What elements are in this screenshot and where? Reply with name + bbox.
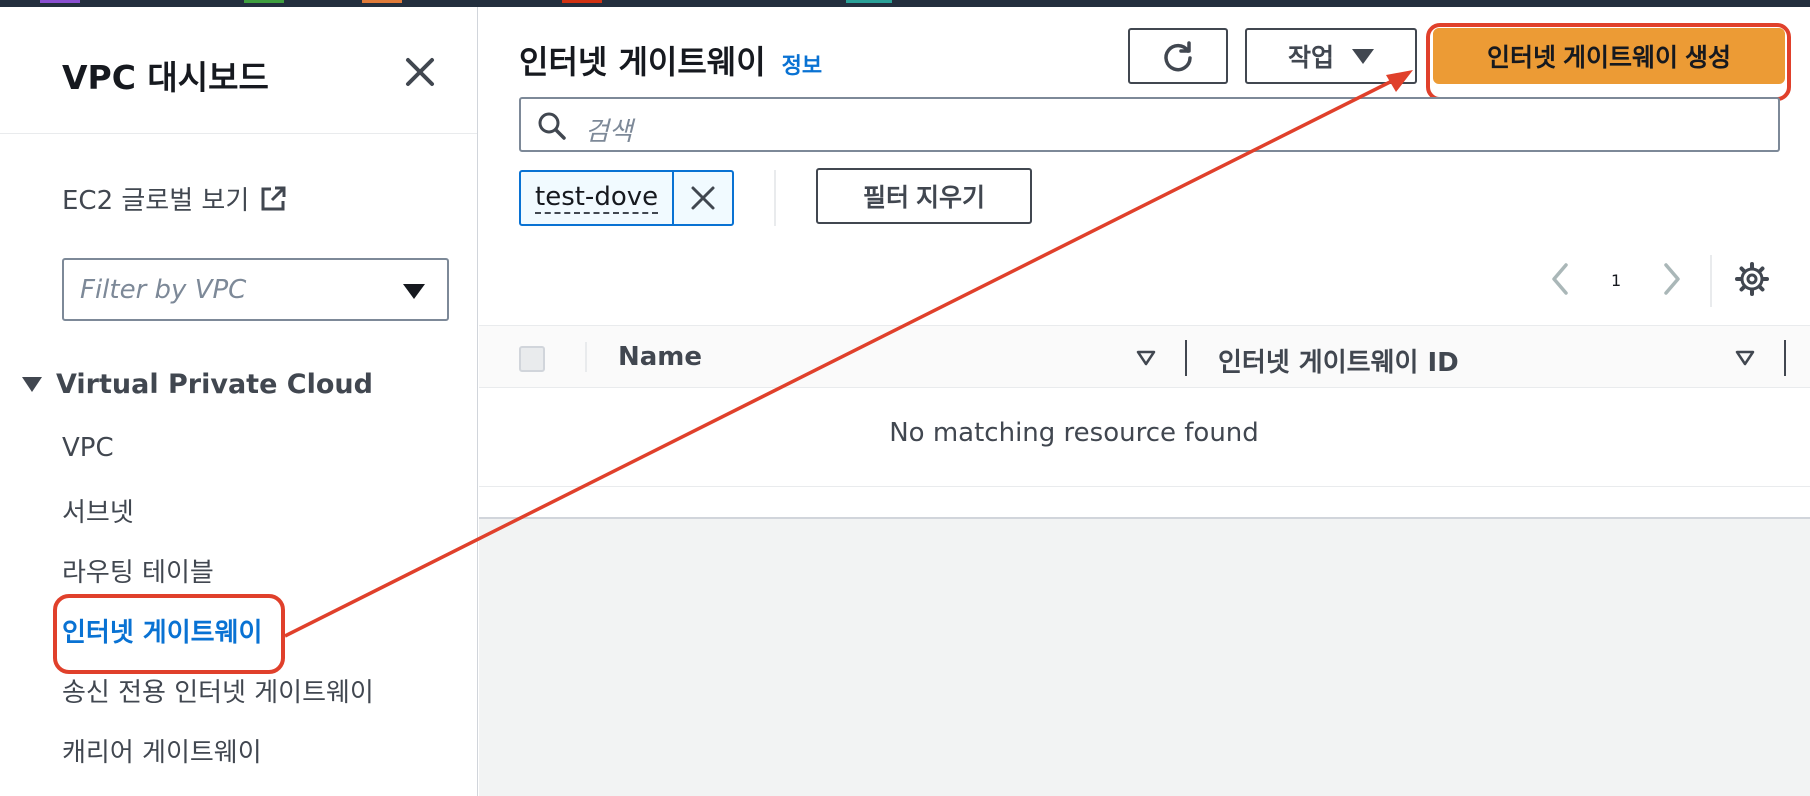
pagination-separator <box>1710 255 1712 307</box>
prev-page-icon[interactable] <box>1547 259 1573 299</box>
info-link[interactable]: 정보 <box>782 48 822 80</box>
top-bar <box>0 0 1810 7</box>
sidebar: VPC 대시보드 EC2 글로벌 보기 Filter by VPC Virtua… <box>0 7 478 796</box>
refresh-button[interactable] <box>1128 28 1228 84</box>
select-all-checkbox[interactable] <box>519 346 545 372</box>
caret-down-icon <box>1352 48 1374 64</box>
sidebar-item-vpc[interactable]: VPC <box>62 433 114 463</box>
remove-filter-button[interactable] <box>674 172 732 224</box>
internet-gateways-panel: 인터넷 게이트웨이 정보 작업 인터넷 게이트웨이 생성 검색 test-dov… <box>479 7 1810 519</box>
clear-filters-button[interactable]: 필터 지우기 <box>816 168 1032 224</box>
filter-separator <box>774 170 776 226</box>
sidebar-item-egress-only-gateways[interactable]: 송신 전용 인터넷 게이트웨이 <box>62 672 374 709</box>
sort-icon[interactable] <box>1735 349 1755 367</box>
external-link-icon <box>261 186 286 210</box>
filter-token[interactable]: test-dove <box>519 170 735 226</box>
search-icon <box>538 112 566 140</box>
close-icon <box>691 186 715 210</box>
ec2-global-view-label: EC2 글로벌 보기 <box>62 186 250 216</box>
vpc-filter-placeholder: Filter by VPC <box>80 275 247 305</box>
sidebar-divider <box>0 133 477 134</box>
table-bottom-border <box>479 486 1810 487</box>
gear-icon[interactable] <box>1735 262 1769 296</box>
column-header-name[interactable]: Name <box>618 342 702 372</box>
main-content: 인터넷 게이트웨이 정보 작업 인터넷 게이트웨이 생성 검색 test-dov… <box>479 7 1810 796</box>
caret-down-icon <box>22 377 42 392</box>
search-placeholder: 검색 <box>585 117 633 147</box>
refresh-icon <box>1164 41 1192 72</box>
section-virtual-private-cloud[interactable]: Virtual Private Cloud <box>22 369 373 400</box>
ec2-global-view-link[interactable]: EC2 글로벌 보기 <box>62 180 287 217</box>
filter-token-label: test-dove <box>521 172 675 224</box>
actions-label: 작업 <box>1287 44 1334 72</box>
page-number[interactable]: 1 <box>1611 260 1621 300</box>
page-title: 인터넷 게이트웨이 정보 <box>519 37 822 83</box>
highlight-box-sidebar <box>53 594 285 674</box>
page-title-text: 인터넷 게이트웨이 <box>519 43 766 81</box>
sort-icon[interactable] <box>1136 349 1156 367</box>
sidebar-item-subnets[interactable]: 서브넷 <box>62 492 134 529</box>
search-input[interactable]: 검색 <box>519 97 1780 152</box>
column-separator <box>585 342 587 372</box>
highlight-box-create <box>1426 23 1791 101</box>
sidebar-item-route-tables[interactable]: 라우팅 테이블 <box>62 552 214 589</box>
column-resizer[interactable] <box>1185 340 1187 376</box>
column-resizer[interactable] <box>1784 340 1786 376</box>
vpc-filter-select[interactable]: Filter by VPC <box>62 258 449 321</box>
close-icon[interactable] <box>400 52 440 92</box>
column-header-igw-id[interactable]: 인터넷 게이트웨이 ID <box>1218 342 1459 379</box>
chevron-down-icon <box>403 284 425 299</box>
sidebar-item-carrier-gateways[interactable]: 캐리어 게이트웨이 <box>62 732 262 769</box>
empty-state-message: No matching resource found <box>889 418 1259 448</box>
section-title: Virtual Private Cloud <box>56 369 373 400</box>
sidebar-title[interactable]: VPC 대시보드 <box>62 51 269 99</box>
actions-dropdown-button[interactable]: 작업 <box>1245 28 1417 84</box>
table-header: Name 인터넷 게이트웨이 ID <box>479 325 1810 388</box>
next-page-icon[interactable] <box>1659 259 1685 299</box>
